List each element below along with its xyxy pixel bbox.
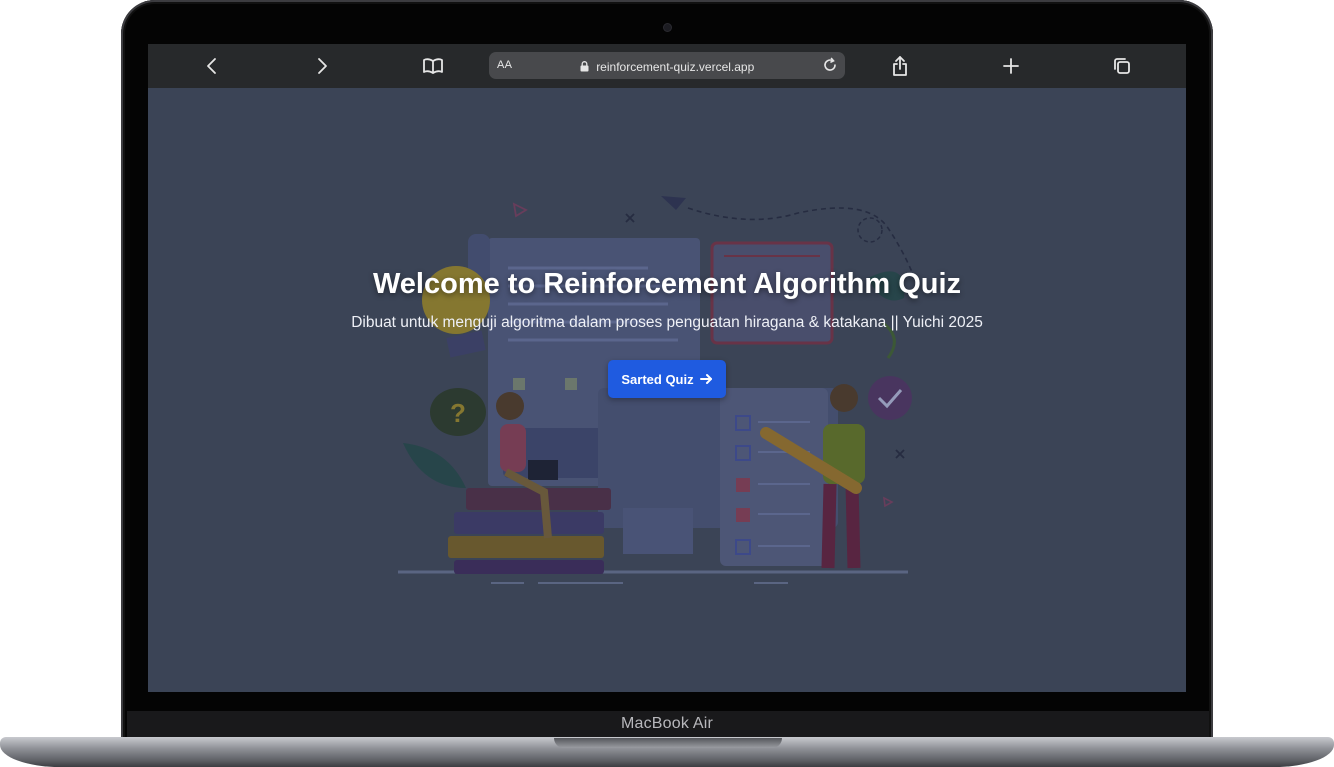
device-model-label: MacBook Air	[620, 715, 713, 732]
start-quiz-button[interactable]: Sarted Quiz	[608, 360, 726, 398]
page-title: Welcome to Reinforcement Algorithm Quiz	[372, 268, 962, 300]
share-button[interactable]	[885, 52, 915, 80]
tabs-button[interactable]	[1107, 52, 1137, 80]
page-subtitle: Dibuat untuk menguji algoritma dalam pro…	[351, 314, 983, 331]
bookmarks-icon	[423, 58, 443, 74]
address-bar[interactable]: AA reinforcement-quiz.vercel.app	[489, 52, 845, 79]
bookmarks-button[interactable]	[418, 52, 448, 80]
forward-icon	[318, 58, 327, 74]
laptop-notch	[554, 738, 782, 748]
lock-icon	[580, 61, 589, 72]
arrow-right-icon	[699, 374, 712, 384]
browser-toolbar: AA reinforcement-quiz.vercel.app	[148, 44, 1186, 88]
url-text: reinforcement-quiz.vercel.app	[596, 59, 755, 74]
reload-icon	[824, 57, 836, 71]
svg-text:?: ?	[450, 398, 466, 428]
new-tab-icon	[1003, 58, 1019, 74]
camera	[664, 24, 671, 31]
reload-button[interactable]	[821, 56, 839, 79]
back-icon	[207, 58, 216, 74]
share-icon	[893, 56, 907, 76]
page-content: ? Welcome to Reinforcement Algorithm Qui…	[148, 88, 1186, 692]
start-quiz-label: Sarted Quiz	[621, 371, 694, 387]
forward-button[interactable]	[307, 52, 337, 80]
browser-screen: AA reinforcement-quiz.vercel.app ? Welco…	[148, 44, 1186, 692]
new-tab-button[interactable]	[996, 52, 1026, 80]
tabs-icon	[1114, 58, 1130, 74]
back-button[interactable]	[197, 52, 227, 80]
